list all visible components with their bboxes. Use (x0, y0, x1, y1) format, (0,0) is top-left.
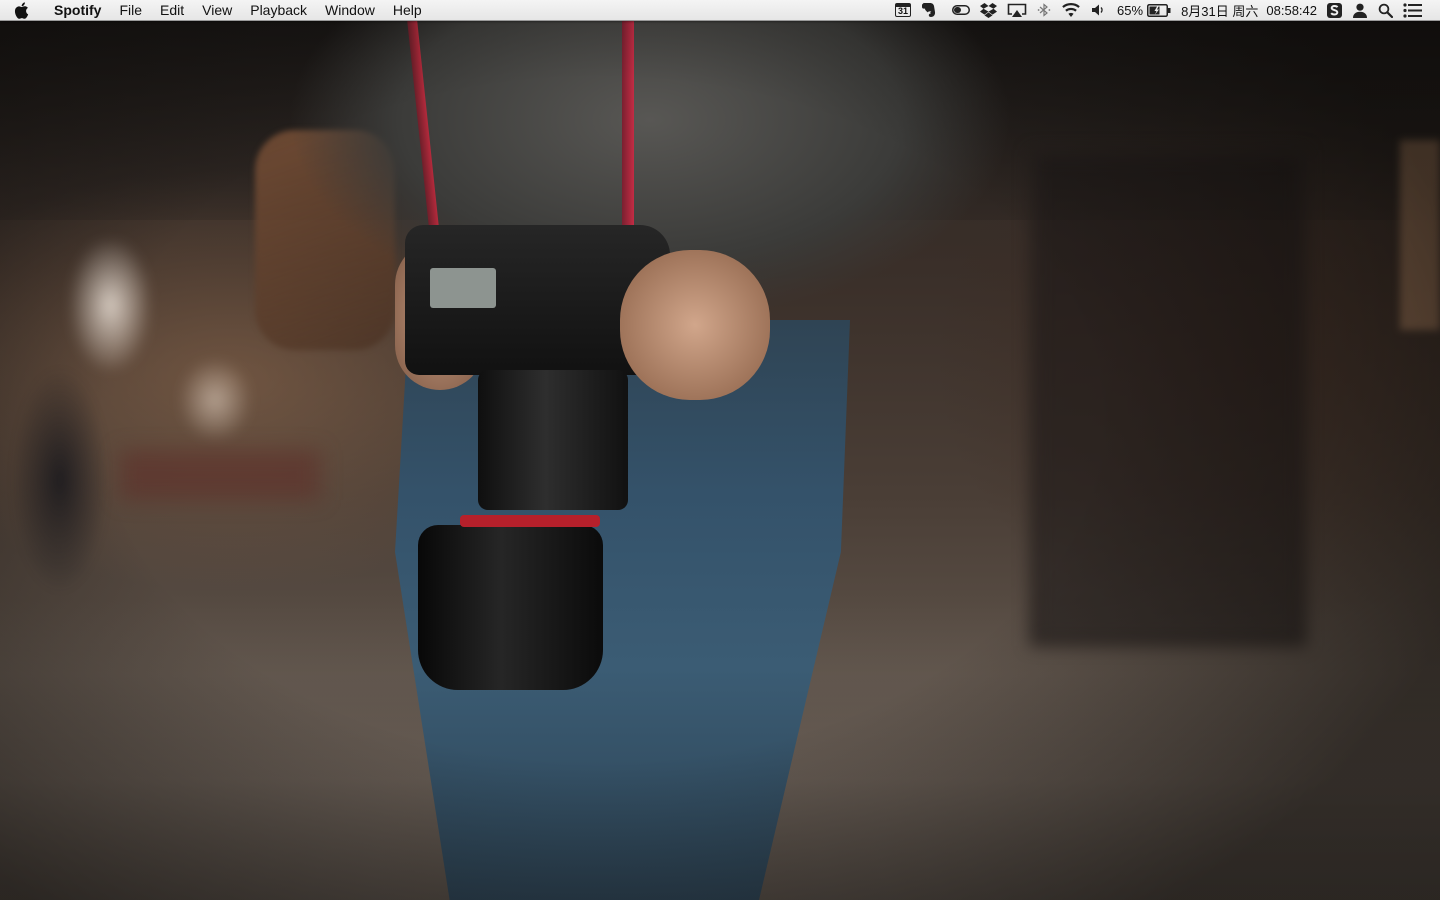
toggle-icon-glyph (952, 5, 971, 15)
dropbox-icon[interactable] (975, 0, 1002, 21)
volume-icon-glyph (1092, 4, 1103, 16)
notification-center-icon[interactable] (1398, 0, 1428, 21)
calendar-day: 31 (895, 3, 912, 17)
battery-icon (1147, 3, 1171, 17)
dropbox-icon-glyph (980, 2, 998, 18)
airplay-icon[interactable] (1002, 0, 1032, 21)
toggle-icon[interactable] (947, 0, 975, 21)
wallpaper-vignette (0, 0, 1440, 900)
bluetooth-icon[interactable] (1032, 0, 1056, 21)
battery-percent: 65% (1117, 2, 1144, 18)
desktop-wallpaper (0, 0, 1440, 900)
clock[interactable]: 8月31日 周六 08:58:42 (1176, 0, 1322, 21)
wifi-icon-glyph (1062, 2, 1080, 17)
menu-bar: Spotify File Edit View Playback Window H… (0, 0, 1440, 21)
evernote-icon-glyph (922, 2, 936, 17)
apple-icon[interactable] (0, 0, 42, 21)
menu-bar-left: Spotify File Edit View Playback Window H… (0, 0, 431, 21)
bluetooth-icon-glyph (1037, 3, 1051, 17)
skype-icon-glyph (1327, 2, 1342, 18)
skype-icon[interactable] (1322, 0, 1347, 21)
menu-window[interactable]: Window (316, 0, 384, 21)
time-label: 08:58:42 (1266, 2, 1317, 18)
menu-edit[interactable]: Edit (151, 0, 193, 21)
date-label: 8月31日 周六 (1181, 3, 1259, 19)
volume-icon[interactable] (1086, 0, 1112, 21)
list-icon (1403, 2, 1422, 18)
menu-help[interactable]: Help (384, 0, 431, 21)
menu-playback[interactable]: Playback (241, 0, 316, 21)
desktop: Spotify File Edit View Playback Window H… (0, 0, 1440, 900)
user-icon[interactable] (1347, 0, 1373, 21)
calendar-icon[interactable]: 31 (890, 0, 916, 21)
spotlight-search-icon[interactable] (1373, 0, 1398, 21)
menu-view[interactable]: View (193, 0, 241, 21)
battery-status[interactable]: 65% (1112, 0, 1176, 21)
wifi-icon[interactable] (1056, 0, 1086, 21)
airplay-icon-glyph (1007, 3, 1027, 17)
menu-file[interactable]: File (110, 0, 151, 21)
user-icon-glyph (1353, 3, 1367, 18)
menu-bar-status-area: 31 65% 8月31日 周六 08:58:42 (890, 0, 1440, 21)
apple-icon-glyph (14, 1, 28, 19)
evernote-icon[interactable] (916, 0, 941, 21)
app-menu-spotify[interactable]: Spotify (42, 0, 110, 21)
search-icon (1378, 3, 1393, 18)
